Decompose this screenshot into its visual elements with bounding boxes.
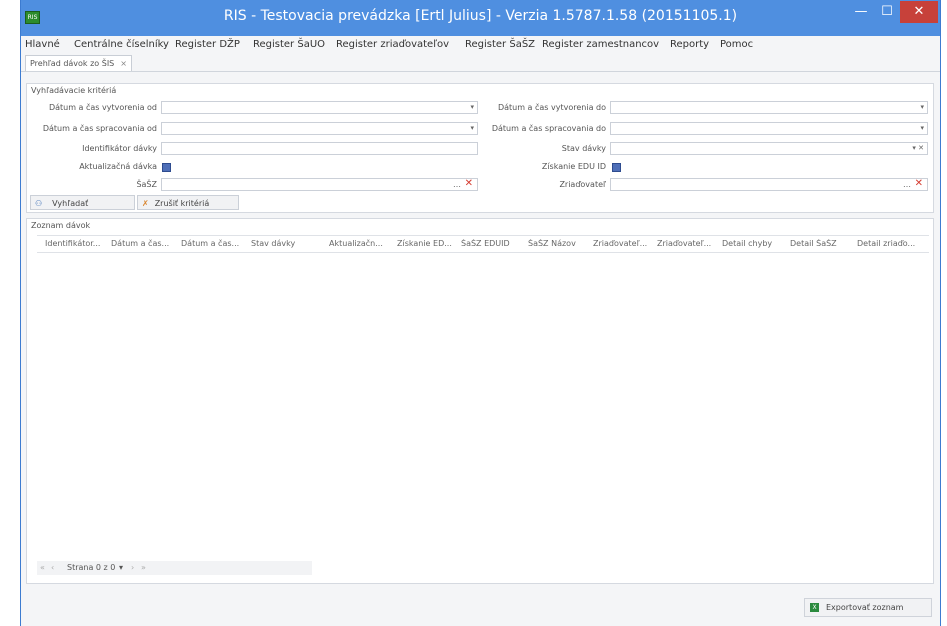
column-header[interactable]: Detail chyby [722, 239, 784, 248]
menu-register-zamestnancov[interactable]: Register zamestnancov [542, 39, 659, 50]
column-header[interactable]: ŠaŠZ Názov [528, 239, 590, 248]
excel-icon: X [810, 603, 819, 612]
edu-id-checkbox[interactable] [612, 163, 621, 172]
search-criteria-title: Vyhľadávacie kritériá [31, 86, 117, 95]
created-from-field[interactable]: ▾ [161, 101, 478, 114]
minimize-button[interactable]: — [848, 1, 874, 23]
column-header[interactable]: ŠaŠZ EDUID [461, 239, 523, 248]
menu-centralne-ciselniky[interactable]: Centrálne číselníky [74, 39, 169, 50]
clear-criteria-label: Zrušiť kritériá [154, 199, 210, 208]
founder-label: Zriaďovateľ [559, 180, 606, 189]
column-header[interactable]: Stav dávky [251, 239, 323, 248]
export-list-button[interactable]: X Exportovať zoznam [804, 598, 932, 617]
processed-to-label: Dátum a čas spracovania do [491, 124, 606, 133]
dropdown-clear-icon[interactable]: ▾ ✕ [912, 144, 924, 152]
next-page-icon[interactable]: › [131, 563, 134, 572]
tab-strip: Prehľad dávok zo ŠIS × [21, 54, 940, 72]
update-batch-checkbox[interactable] [162, 163, 171, 172]
edu-id-label: Získanie EDU ID [541, 162, 606, 171]
column-header[interactable]: Aktualizačn... [329, 239, 391, 248]
grid-header: Identifikátor... Dátum a čas... Dátum a … [37, 235, 929, 253]
tab-close-icon[interactable]: × [120, 59, 127, 68]
app-window: RIS RIS - Testovacia prevádzka [Ertl Jul… [20, 0, 941, 626]
export-list-label: Exportovať zoznam [826, 603, 904, 612]
column-header[interactable]: Identifikátor... [45, 239, 107, 248]
column-header[interactable]: Zriaďovateľ... [657, 239, 719, 248]
pager: « ‹ Strana 0 z 0 ▾ › » [37, 561, 312, 575]
binoculars-icon: ⚇ [35, 199, 43, 208]
processed-to-field[interactable]: ▾ [610, 122, 928, 135]
page-size-dropdown-icon[interactable]: ▾ [119, 563, 123, 572]
dropdown-arrow-icon[interactable]: ▾ [920, 124, 924, 132]
menu-register-zriadovatelov[interactable]: Register zriaďovateľov [336, 39, 449, 50]
tab-prehlad-davok[interactable]: Prehľad dávok zo ŠIS × [25, 55, 132, 71]
prev-page-icon[interactable]: ‹ [51, 563, 54, 572]
clear-criteria-button[interactable]: ✗ Zrušiť kritériá [137, 195, 239, 210]
sasz-field[interactable]: … ✕ [161, 178, 478, 191]
menu-hlavne[interactable]: Hlavné [25, 39, 60, 50]
column-header[interactable]: Detail zriaďo... [857, 239, 925, 248]
column-header[interactable]: Dátum a čas... [111, 239, 177, 248]
menu-register-sauo[interactable]: Register ŠaUO [253, 39, 325, 50]
created-to-field[interactable]: ▾ [610, 101, 928, 114]
last-page-icon[interactable]: » [141, 563, 146, 572]
sasz-label: ŠaŠZ [136, 180, 157, 189]
column-header[interactable]: Zriaďovateľ... [593, 239, 655, 248]
tab-label: Prehľad dávok zo ŠIS [30, 59, 115, 68]
created-to-label: Dátum a čas vytvorenia do [497, 103, 606, 112]
maximize-button[interactable]: ☐ [874, 1, 900, 23]
processed-from-field[interactable]: ▾ [161, 122, 478, 135]
batch-id-input[interactable] [161, 142, 478, 155]
batch-status-label: Stav dávky [561, 144, 606, 153]
column-header[interactable]: Získanie ED... [397, 239, 459, 248]
menu-reporty[interactable]: Reporty [670, 39, 709, 50]
batch-id-label: Identifikátor dávky [82, 144, 157, 153]
clear-icon[interactable]: ✕ [915, 178, 923, 189]
window-title: RIS - Testovacia prevádzka [Ertl Julius]… [223, 8, 738, 24]
ellipsis-icon[interactable]: … [453, 180, 461, 189]
created-from-label: Dátum a čas vytvorenia od [48, 103, 157, 112]
menu-bar: Hlavné Centrálne číselníky Register DŽP … [21, 36, 940, 54]
dropdown-arrow-icon[interactable]: ▾ [920, 103, 924, 111]
first-page-icon[interactable]: « [40, 563, 45, 572]
search-button[interactable]: ⚇ Vyhľadať [30, 195, 135, 210]
menu-register-sasz[interactable]: Register ŠaŠZ [465, 39, 535, 50]
update-batch-label: Aktualizačná dávka [79, 162, 157, 171]
processed-from-label: Dátum a čas spracovania od [42, 124, 157, 133]
clear-icon[interactable]: ✕ [465, 178, 473, 189]
batch-list-panel: Zoznam dávok Identifikátor... Dátum a ča… [26, 218, 934, 584]
title-bar[interactable]: RIS RIS - Testovacia prevádzka [Ertl Jul… [21, 0, 940, 36]
close-button[interactable]: ✕ [900, 1, 938, 23]
menu-register-dzp[interactable]: Register DŽP [175, 39, 240, 50]
clear-criteria-icon: ✗ [142, 199, 149, 208]
founder-field[interactable]: … ✕ [610, 178, 928, 191]
ellipsis-icon[interactable]: … [903, 180, 911, 189]
column-header[interactable]: Detail ŠaŠZ [790, 239, 852, 248]
dropdown-arrow-icon[interactable]: ▾ [470, 124, 474, 132]
batch-status-select[interactable]: ▾ ✕ [610, 142, 928, 155]
menu-pomoc[interactable]: Pomoc [720, 39, 753, 50]
dropdown-arrow-icon[interactable]: ▾ [470, 103, 474, 111]
batch-list-title: Zoznam dávok [31, 221, 91, 230]
search-criteria-panel: Vyhľadávacie kritériá Dátum a čas vytvor… [26, 83, 934, 213]
page-status: Strana 0 z 0 [67, 563, 116, 572]
column-header[interactable]: Dátum a čas... [181, 239, 247, 248]
search-button-label: Vyhľadať [52, 199, 89, 208]
